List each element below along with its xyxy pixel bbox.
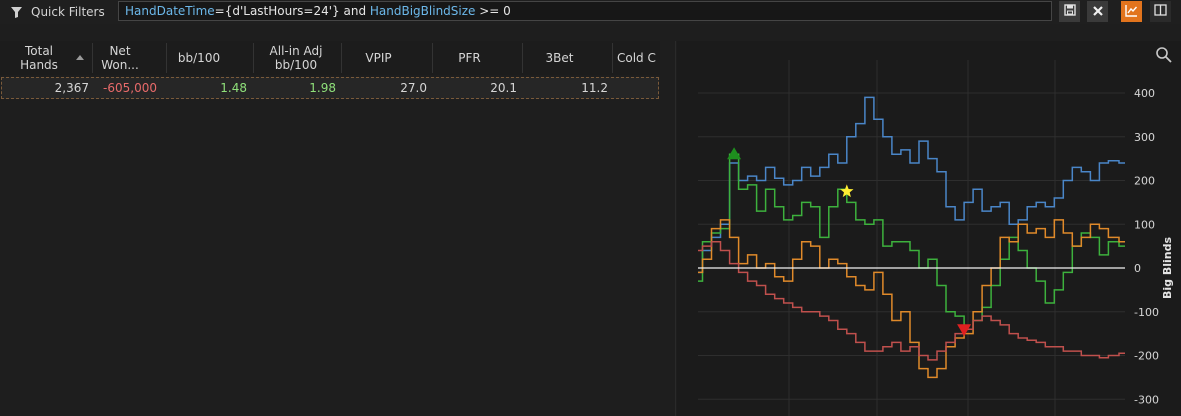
y-tick-label: 200 (1134, 175, 1155, 188)
winnings-chart: 400 300 200 100 0 -100 -200 -300 Big Blinds (698, 60, 1174, 416)
y-tick-label: 400 (1134, 87, 1155, 100)
series-line-blue (698, 96, 1125, 274)
y-tick-label: 100 (1134, 218, 1155, 231)
y-tick-label: -200 (1134, 350, 1159, 363)
y-tick-label: 0 (1134, 262, 1141, 275)
y-tick-label: -100 (1134, 306, 1159, 319)
peak-marker-icon (727, 147, 742, 160)
y-tick-label: 300 (1134, 131, 1155, 144)
y-tick-label: -300 (1134, 393, 1159, 406)
trough-marker-icon (957, 324, 972, 337)
series-line-orange (698, 219, 1125, 379)
y-axis-title: Big Blinds (1161, 237, 1174, 299)
